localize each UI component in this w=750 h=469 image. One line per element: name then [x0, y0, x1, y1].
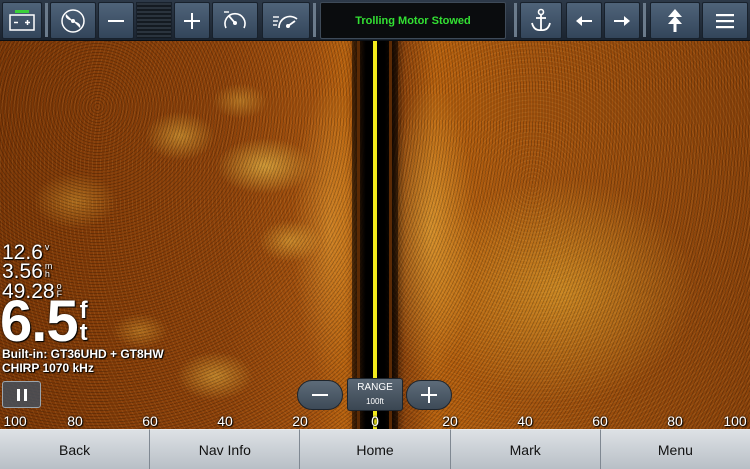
- plus-icon: [184, 12, 200, 29]
- toolbar-divider: [514, 3, 517, 37]
- bottom-edge-right: [389, 41, 392, 429]
- scale-tick: 40: [217, 413, 233, 429]
- steer-right-button[interactable]: [604, 2, 640, 39]
- range-label: RANGE: [357, 382, 393, 393]
- scale-tick: 40: [517, 413, 533, 429]
- cruise-control-icon: [273, 15, 298, 28]
- scale-tick: 0: [371, 413, 379, 429]
- back-button[interactable]: Back: [0, 429, 151, 469]
- range-increase-button[interactable]: [406, 380, 452, 410]
- minus-icon: [312, 394, 328, 396]
- range-display: RANGE 100ft: [347, 378, 403, 411]
- voltage-unit: v: [44, 242, 50, 252]
- plus-icon: [421, 387, 437, 403]
- cruise-control-button[interactable]: [262, 2, 310, 39]
- pause-sonar-button[interactable]: [2, 381, 41, 408]
- range-value: 100ft: [366, 397, 384, 406]
- boat-track-line: [373, 41, 377, 429]
- toolbar-divider: [643, 3, 646, 37]
- battery-button[interactable]: [2, 2, 42, 39]
- toolbar-divider: [313, 3, 316, 37]
- anchor-lock-button[interactable]: [520, 2, 562, 39]
- home-button[interactable]: Home: [300, 429, 451, 469]
- speed-level-indicator: [136, 2, 172, 39]
- depth-readout: 6.5f t: [0, 293, 88, 351]
- depth-value: 6.5: [0, 289, 79, 354]
- minus-icon: [108, 19, 124, 22]
- toolbar-divider: [45, 3, 48, 37]
- scale-tick: 100: [3, 413, 27, 429]
- transducer-frequency: CHIRP 1070 kHz: [2, 361, 94, 375]
- top-toolbar: Trolling Motor Stowed: [0, 0, 750, 41]
- menu-icon: [716, 13, 734, 28]
- transducer-model: Built-in: GT36UHD + GT8HW: [2, 347, 164, 361]
- scale-tick: 20: [292, 413, 308, 429]
- speed-gauge-icon: [224, 10, 246, 28]
- depth-unit-bottom: t: [79, 319, 88, 346]
- distance-scale: 100 80 60 40 20 0 20 40 60 80 100: [0, 414, 750, 429]
- stow-deploy-button[interactable]: [650, 2, 700, 39]
- anchor-icon: [531, 8, 551, 31]
- status-text: Trolling Motor Stowed: [355, 14, 471, 27]
- steer-left-button[interactable]: [566, 2, 602, 39]
- arrow-right-icon: [614, 15, 630, 26]
- speed-increase-button[interactable]: [174, 2, 210, 39]
- scale-tick: 60: [592, 413, 608, 429]
- speed-decrease-button[interactable]: [98, 2, 134, 39]
- nav-info-button[interactable]: Nav Info: [150, 429, 301, 469]
- speed-unit-bottom: h: [44, 269, 50, 279]
- range-decrease-button[interactable]: [297, 380, 343, 410]
- scale-tick: 100: [723, 413, 747, 429]
- stow-icon: [668, 8, 682, 32]
- scale-tick: 80: [67, 413, 83, 429]
- transducer-info: Built-in: GT36UHD + GT8HW CHIRP 1070 kHz: [2, 347, 164, 375]
- scale-tick: 60: [142, 413, 158, 429]
- pause-icon: [16, 388, 27, 401]
- trolling-motor-status: Trolling Motor Stowed: [320, 2, 506, 39]
- battery-icon: [9, 9, 35, 31]
- soft-key-bar: Back Nav Info Home Mark Menu: [0, 429, 750, 469]
- speed-gauge-button[interactable]: [212, 2, 258, 39]
- scale-tick: 80: [667, 413, 683, 429]
- toolbar-menu-button[interactable]: [702, 2, 748, 39]
- propeller-button[interactable]: [50, 2, 96, 39]
- scale-tick: 20: [442, 413, 458, 429]
- mark-button[interactable]: Mark: [450, 429, 601, 469]
- propeller-icon: [61, 8, 85, 33]
- menu-button[interactable]: Menu: [600, 429, 750, 469]
- bottom-edge-left: [357, 41, 360, 429]
- arrow-left-icon: [576, 15, 592, 26]
